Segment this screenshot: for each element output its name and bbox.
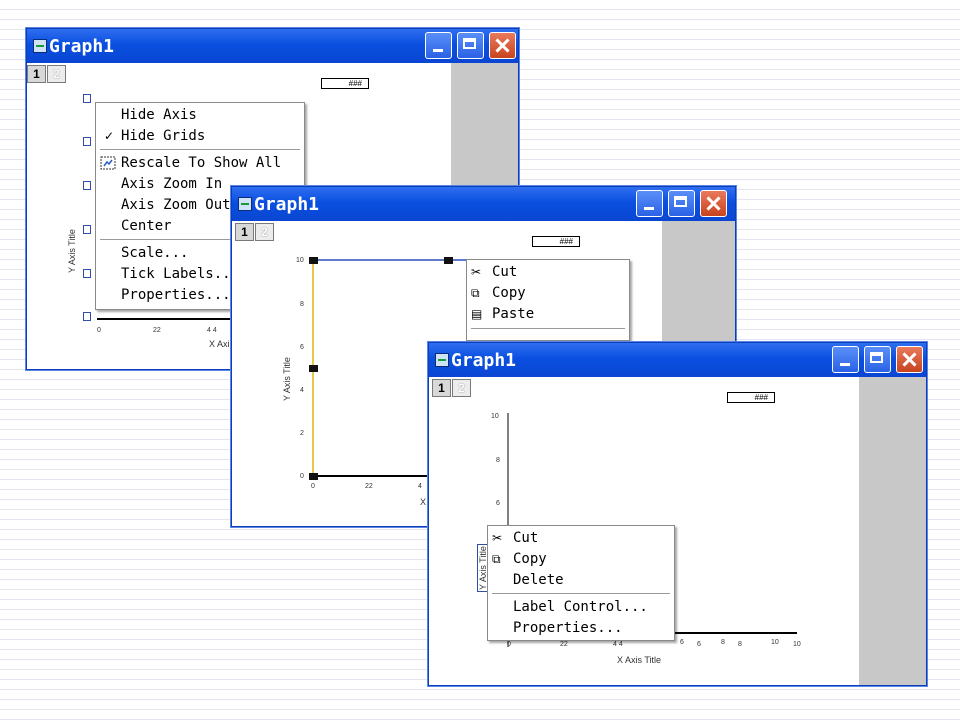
graph-window-3[interactable]: Graph1 1 2 ### Y Axis Title 10 8 6 0 22 … <box>428 342 927 686</box>
y-tick-label <box>83 181 91 190</box>
graph-window-icon <box>435 353 449 367</box>
edit-context-menu: ✂ Cut ⧉ Copy ▤ Paste <box>466 259 630 341</box>
y-tick-label: 8 <box>300 301 304 308</box>
menu-item-label-control[interactable]: Label Control... <box>488 597 674 618</box>
layer-tab-1[interactable]: 1 <box>235 223 254 241</box>
x-tick-label: 0 <box>97 327 101 334</box>
copy-icon: ⧉ <box>471 286 480 300</box>
y-tick-label: 6 <box>496 500 500 507</box>
y-tick-label <box>83 269 91 278</box>
layer-tab-1[interactable]: 1 <box>432 379 451 397</box>
x-axis-title[interactable]: X Axi <box>209 339 230 349</box>
x-tick-label: 10 <box>793 641 801 648</box>
layer-tab-2[interactable]: 2 <box>452 379 471 397</box>
selection-handle[interactable] <box>309 257 318 264</box>
selection-handle[interactable] <box>309 473 318 480</box>
window-title: Graph1 <box>451 350 517 371</box>
y-tick-label: 10 <box>491 413 499 420</box>
menu-item-hide-grids[interactable]: ✓ Hide Grids <box>96 126 304 147</box>
menu-item-copy[interactable]: ⧉ Copy <box>467 283 629 304</box>
x-axis-title[interactable]: X Axis Title <box>617 655 661 665</box>
x-tick-label: 0 <box>507 641 511 648</box>
maximize-button[interactable] <box>457 32 484 59</box>
menu-separator <box>100 149 300 150</box>
minimize-button[interactable] <box>425 32 452 59</box>
menu-item-rescale[interactable]: Rescale To Show All <box>96 153 304 174</box>
y-tick-label: 10 <box>296 257 304 264</box>
x-tick-label: 8 <box>721 639 725 646</box>
y-tick-label <box>83 94 91 103</box>
scissors-icon: ✂ <box>471 265 482 279</box>
copy-icon: ⧉ <box>492 552 501 566</box>
minimize-button[interactable] <box>832 346 859 373</box>
window-title: Graph1 <box>254 194 320 215</box>
y-tick-label: 2 <box>300 430 304 437</box>
menu-item-cut[interactable]: ✂ Cut <box>467 262 629 283</box>
legend[interactable]: ### <box>321 78 369 89</box>
graph-window-icon <box>238 197 252 211</box>
legend[interactable]: ### <box>727 392 775 403</box>
x-tick-label: 0 <box>311 483 315 490</box>
x-tick-label: 22 <box>153 327 161 334</box>
y-tick-label <box>83 137 91 146</box>
menu-item-delete[interactable]: Delete <box>488 570 674 591</box>
y-axis-title[interactable]: Y Axis Title <box>67 229 77 273</box>
menu-item-properties[interactable]: Properties... <box>488 618 674 639</box>
y-tick-label <box>83 225 91 234</box>
layer-tab-2[interactable]: 2 <box>47 65 66 83</box>
axis-title-context-menu: ✂ Cut ⧉ Copy Delete Label Control... Pro… <box>487 525 675 641</box>
x-axis-title[interactable]: X <box>420 497 426 507</box>
page-margin-area <box>859 377 926 685</box>
menu-item-paste[interactable]: ▤ Paste <box>467 304 629 325</box>
title-bar[interactable]: Graph1 <box>232 187 735 221</box>
legend[interactable]: ### <box>532 236 580 247</box>
graph-window-icon <box>33 39 47 53</box>
menu-item-copy[interactable]: ⧉ Copy <box>488 549 674 570</box>
x-tick-label: 6 <box>697 641 701 648</box>
close-button[interactable] <box>489 32 516 59</box>
rescale-icon <box>100 156 116 170</box>
y-tick-label: 8 <box>496 457 500 464</box>
y-tick-label: 4 <box>300 387 304 394</box>
paste-icon: ▤ <box>471 307 483 321</box>
x-tick-label: 10 <box>771 639 779 646</box>
y-tick-label <box>83 312 91 321</box>
maximize-button[interactable] <box>668 190 695 217</box>
layer-tab-1[interactable]: 1 <box>27 65 46 83</box>
close-button[interactable] <box>896 346 923 373</box>
title-bar[interactable]: Graph1 <box>27 29 518 63</box>
menu-item-cut[interactable]: ✂ Cut <box>488 528 674 549</box>
window-title: Graph1 <box>49 36 115 57</box>
close-button[interactable] <box>700 190 727 217</box>
minimize-button[interactable] <box>636 190 663 217</box>
graph-page[interactable]: 1 2 ### Y Axis Title 10 8 6 0 22 4 4 6 6… <box>429 377 926 685</box>
menu-separator <box>471 328 625 329</box>
checkmark-icon: ✓ <box>104 129 115 143</box>
menu-item-hide-axis[interactable]: Hide Axis <box>96 105 304 126</box>
x-tick-label: 4 4 <box>207 327 217 334</box>
x-tick-label: 4 <box>418 483 422 490</box>
x-tick-label: 6 <box>680 639 684 646</box>
selection-handle[interactable] <box>444 257 453 264</box>
y-tick-label: 0 <box>300 473 304 480</box>
y-axis-title[interactable]: Y Axis Title <box>282 357 292 401</box>
x-tick-label: 4 4 <box>613 641 623 648</box>
x-tick-label: 8 <box>738 641 742 648</box>
scissors-icon: ✂ <box>492 531 503 545</box>
x-tick-label: 22 <box>560 641 568 648</box>
layer-tab-2[interactable]: 2 <box>255 223 274 241</box>
x-tick-label: 22 <box>365 483 373 490</box>
maximize-button[interactable] <box>864 346 891 373</box>
title-bar[interactable]: Graph1 <box>429 343 926 377</box>
selection-handle[interactable] <box>309 365 318 372</box>
menu-separator <box>492 593 670 594</box>
y-tick-label: 6 <box>300 344 304 351</box>
